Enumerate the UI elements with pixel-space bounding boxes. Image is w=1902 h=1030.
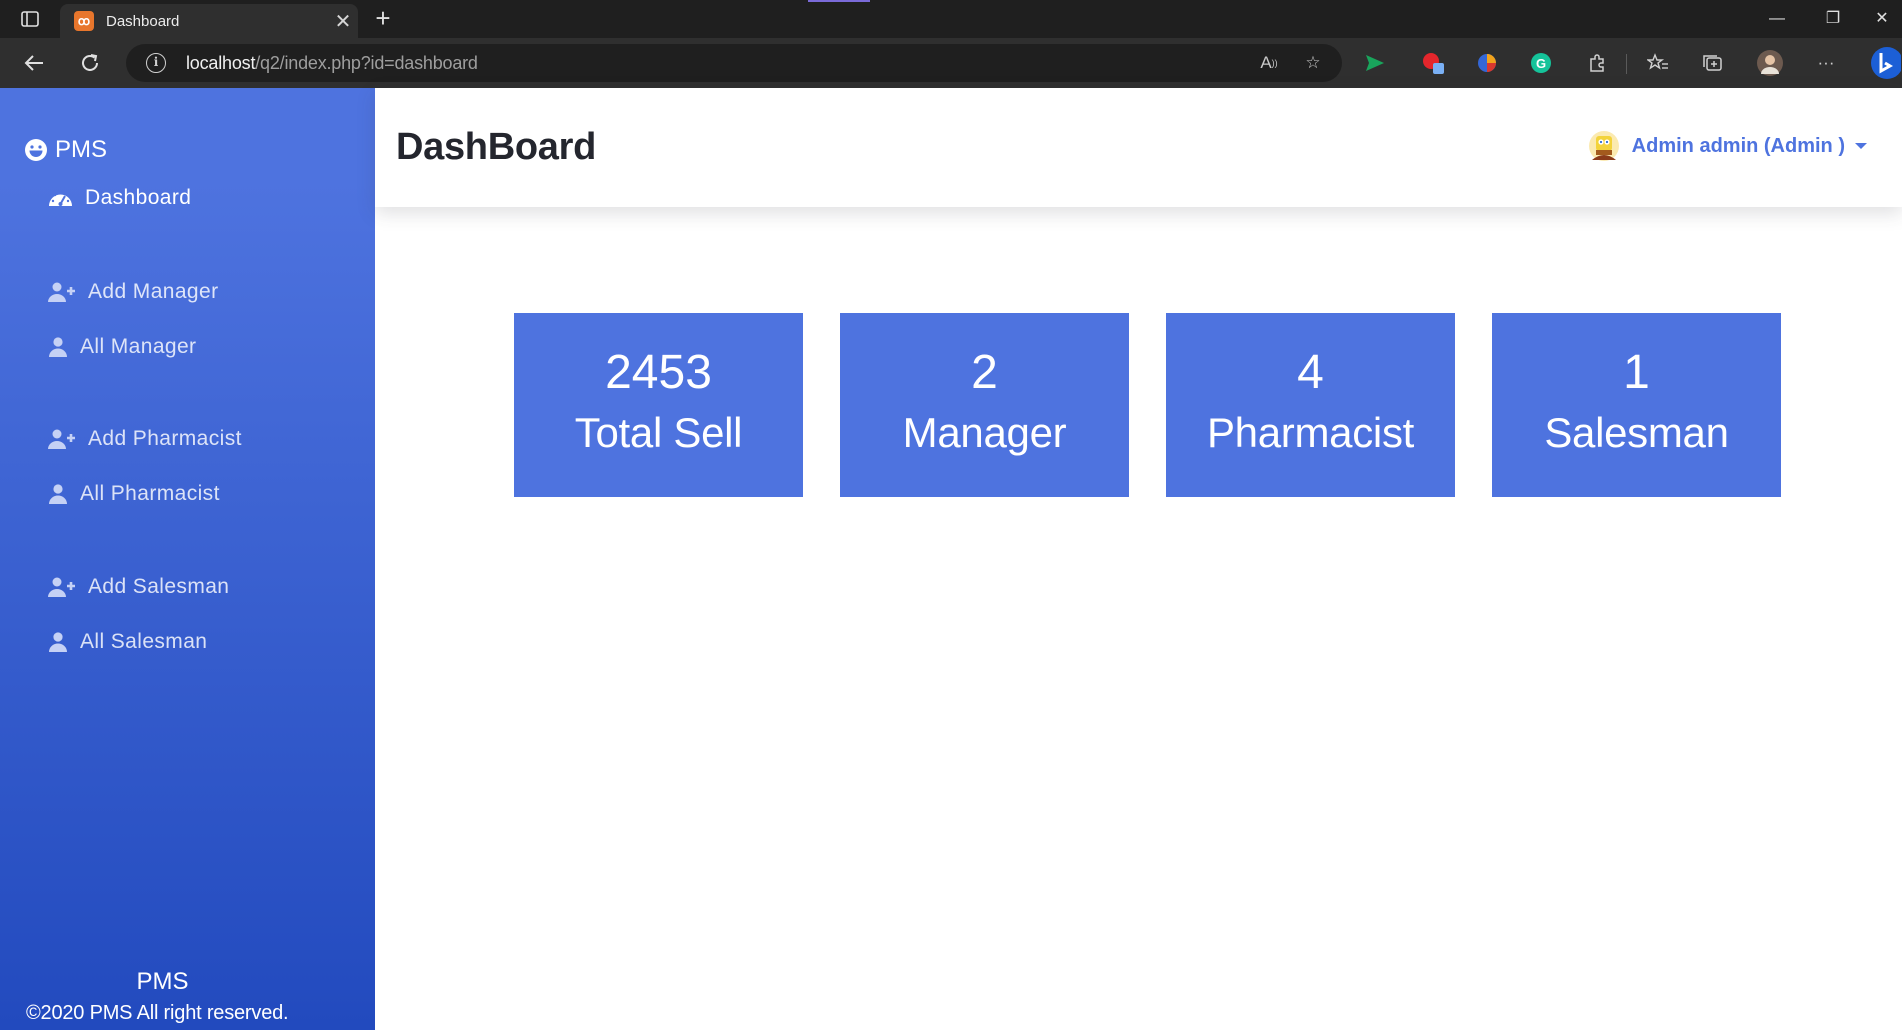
read-aloud-icon[interactable]: A)) xyxy=(1256,50,1282,76)
url-field[interactable]: i localhost/q2/index.php?id=dashboard A)… xyxy=(126,44,1342,82)
stat-card-salesman[interactable]: 1 Salesman xyxy=(1492,313,1781,497)
sidebar-item-add-manager[interactable]: Add Manager xyxy=(48,280,218,304)
grammarly-icon[interactable]: G xyxy=(1528,50,1554,76)
close-tab-icon[interactable]: ✕ xyxy=(328,9,358,34)
user-icon xyxy=(48,337,68,357)
sidebar-item-all-salesman[interactable]: All Salesman xyxy=(48,630,207,654)
sidebar-item-all-pharmacist[interactable]: All Pharmacist xyxy=(48,482,220,506)
stat-value: 1 xyxy=(1623,346,1650,399)
new-tab-button[interactable]: + xyxy=(368,3,398,33)
profile-avatar[interactable] xyxy=(1755,48,1785,78)
stat-label: Total Sell xyxy=(574,409,743,456)
favorites-icon[interactable] xyxy=(1645,50,1671,76)
stat-card-manager[interactable]: 2 Manager xyxy=(840,313,1129,497)
minimize-button[interactable]: — xyxy=(1752,4,1802,34)
stat-value: 4 xyxy=(1297,346,1324,399)
svg-text:G: G xyxy=(1536,56,1546,71)
caret-down-icon xyxy=(1855,143,1867,149)
close-window-button[interactable]: ✕ xyxy=(1862,4,1902,34)
extension-red-icon[interactable] xyxy=(1420,50,1446,76)
more-options-icon[interactable]: ··· xyxy=(1813,50,1839,76)
stat-label: Salesman xyxy=(1544,409,1729,456)
sidebar-item-dashboard[interactable]: Dashboard xyxy=(48,186,191,210)
user-name: Admin admin (Admin ) xyxy=(1631,134,1845,157)
laugh-icon xyxy=(25,139,47,161)
sidebar-item-label: Dashboard xyxy=(85,186,192,209)
user-dropdown[interactable]: Admin admin (Admin ) xyxy=(1588,130,1867,162)
sidebar-item-label: Add Pharmacist xyxy=(88,427,242,450)
site-info-icon[interactable]: i xyxy=(146,53,166,73)
user-avatar xyxy=(1588,131,1619,161)
topbar: DashBoard Admin admin (Admin ) xyxy=(375,88,1902,207)
sidebar-item-label: All Salesman xyxy=(80,630,208,653)
footer-brand: PMS xyxy=(136,968,189,995)
send-extension-icon[interactable] xyxy=(1362,50,1388,76)
tab-actions-icon[interactable] xyxy=(18,8,42,30)
browser-tab-bar: ꝏ Dashboard ✕ + — ❐ ✕ xyxy=(0,0,1902,38)
back-button[interactable] xyxy=(17,46,51,80)
user-plus-icon xyxy=(48,429,76,449)
brand-name: PMS xyxy=(55,136,108,163)
xampp-icon: ꝏ xyxy=(74,11,94,31)
sidebar-item-add-pharmacist[interactable]: Add Pharmacist xyxy=(48,427,242,451)
stat-value: 2453 xyxy=(605,346,712,399)
stat-card-pharmacist[interactable]: 4 Pharmacist xyxy=(1166,313,1455,497)
extension-colorwheel-icon[interactable] xyxy=(1474,50,1500,76)
stat-card-total-sell[interactable]: 2453 Total Sell xyxy=(514,313,803,497)
restore-button[interactable]: ❐ xyxy=(1808,4,1858,34)
sidebar-item-label: All Pharmacist xyxy=(80,482,220,505)
sidebar-item-label: All Manager xyxy=(80,335,197,358)
tachometer-icon xyxy=(48,188,73,208)
sidebar-item-label: Add Manager xyxy=(88,280,219,303)
tab-title: Dashboard xyxy=(106,12,180,30)
user-icon xyxy=(48,632,68,652)
toolbar-separator xyxy=(1626,54,1627,74)
bing-copilot-icon[interactable] xyxy=(1866,47,1902,79)
user-icon xyxy=(48,484,68,504)
stat-value: 2 xyxy=(971,346,998,399)
url-text[interactable]: localhost/q2/index.php?id=dashboard xyxy=(186,53,478,74)
stat-label: Manager xyxy=(902,409,1067,456)
sidebar: PMS Dashboard Add Manager All Manager Ad… xyxy=(0,88,375,1030)
sidebar-item-all-manager[interactable]: All Manager xyxy=(48,335,196,359)
collections-icon[interactable] xyxy=(1700,50,1726,76)
reload-button[interactable] xyxy=(73,46,107,80)
extensions-icon[interactable] xyxy=(1584,50,1610,76)
stat-label: Pharmacist xyxy=(1206,409,1415,456)
brand-link[interactable]: PMS xyxy=(24,136,107,164)
user-plus-icon xyxy=(48,577,76,597)
sidebar-item-label: Add Salesman xyxy=(88,575,230,598)
page-title: DashBoard xyxy=(396,126,597,168)
footer-copyright: ©2020 PMS All right reserved. xyxy=(26,1002,289,1024)
browser-tab[interactable]: ꝏ Dashboard ✕ xyxy=(60,4,358,38)
user-plus-icon xyxy=(48,282,76,302)
add-favorite-icon[interactable]: ☆ xyxy=(1300,50,1326,76)
tab-indicator xyxy=(808,0,870,2)
sidebar-item-add-salesman[interactable]: Add Salesman xyxy=(48,575,229,599)
address-bar: i localhost/q2/index.php?id=dashboard A)… xyxy=(0,38,1902,88)
